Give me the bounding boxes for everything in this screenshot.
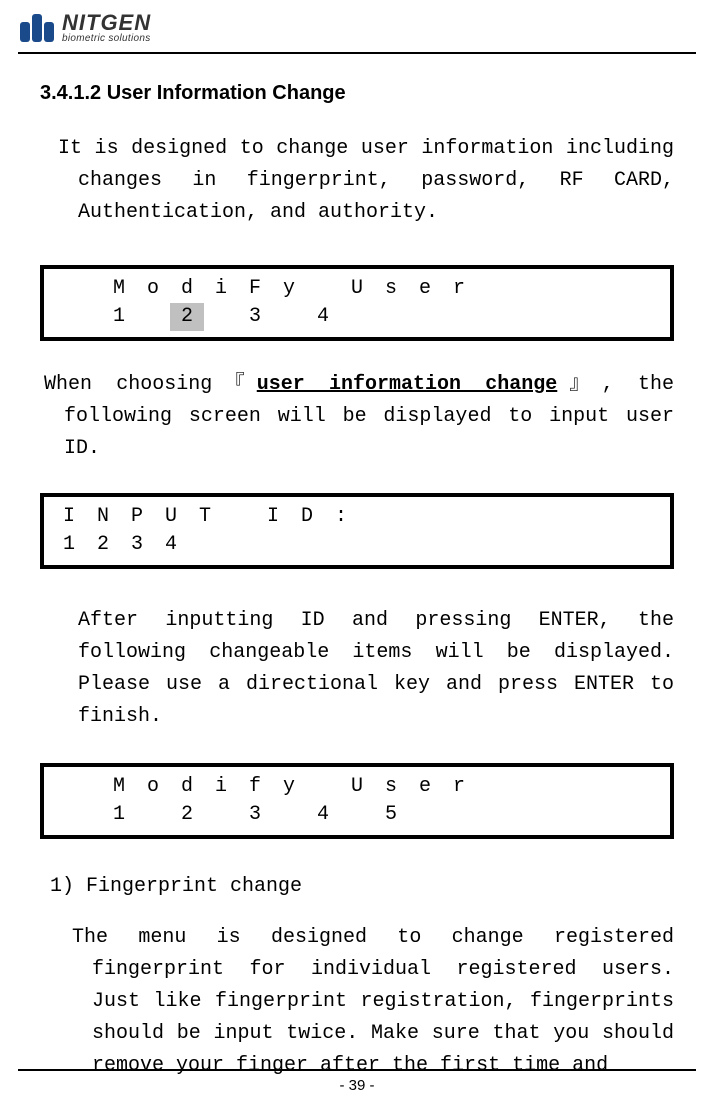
logo-name: NITGEN — [62, 12, 151, 34]
lcd-cell: U — [340, 773, 374, 801]
lcd-cell: F — [238, 275, 272, 303]
lcd-cell: 1 — [102, 303, 136, 331]
lcd-cell: o — [136, 275, 170, 303]
lcd-cell — [52, 275, 102, 303]
lcd-cell — [306, 275, 340, 303]
lcd-cell: f — [238, 773, 272, 801]
lcd-cell: 2 — [86, 531, 120, 559]
lcd-cell: N — [86, 503, 120, 531]
logo-tagline: biometric solutions — [62, 34, 151, 44]
para-choose: When choosing『user information change』, … — [44, 369, 674, 465]
lcd-cell: o — [136, 773, 170, 801]
lcd-cell: U — [154, 503, 188, 531]
lcd-cell: e — [408, 773, 442, 801]
footer-divider — [18, 1069, 696, 1071]
lcd-cell — [340, 801, 374, 829]
lcd-cell — [222, 503, 256, 531]
lcd-cell — [52, 773, 102, 801]
lcd-cell: 4 — [306, 303, 340, 331]
lcd-cell: 5 — [374, 801, 408, 829]
para-fingerprint: The menu is designed to change registere… — [72, 922, 674, 1082]
lcd-row: I N P U T I D : — [52, 503, 662, 531]
lcd-cell — [52, 303, 102, 331]
para2-underline: user information change — [257, 373, 558, 396]
lcd-cell — [204, 303, 238, 331]
lcd-cell: P — [120, 503, 154, 531]
lcd-cell: T — [188, 503, 222, 531]
subhead-fingerprint: 1) Fingerprint change — [50, 875, 674, 898]
nitgen-logo-icon — [20, 14, 54, 42]
lcd-cell: d — [170, 773, 204, 801]
lcd-cell: i — [204, 773, 238, 801]
para2a: When choosing『 — [44, 373, 257, 396]
doc-header: NITGEN biometric solutions — [0, 0, 714, 52]
logo-text: NITGEN biometric solutions — [62, 12, 151, 44]
lcd-cell-highlight: 2 — [170, 303, 204, 331]
lcd-cell: D — [290, 503, 324, 531]
lcd-cell: 1 — [102, 801, 136, 829]
lcd-cell: 2 — [170, 801, 204, 829]
lcd-cell: 4 — [306, 801, 340, 829]
lcd-cell: r — [442, 773, 476, 801]
lcd-cell — [272, 801, 306, 829]
lcd-cell: 3 — [238, 801, 272, 829]
lcd-row: 1 2 3 4 — [52, 303, 662, 331]
lcd-row: 1 2 3 4 — [52, 531, 662, 559]
para-intro: It is designed to change user informatio… — [58, 133, 674, 229]
lcd-cell: r — [442, 275, 476, 303]
lcd-cell: e — [408, 275, 442, 303]
lcd-cell: I — [256, 503, 290, 531]
lcd-cell: : — [324, 503, 358, 531]
lcd-row: M o d i f y U s e r — [52, 773, 662, 801]
lcd-row: 1 2 3 4 5 — [52, 801, 662, 829]
lcd-cell: s — [374, 275, 408, 303]
lcd-cell — [136, 801, 170, 829]
lcd-cell: y — [272, 773, 306, 801]
lcd-cell: U — [340, 275, 374, 303]
page-footer: - 39 - — [0, 1069, 714, 1094]
lcd-cell — [306, 773, 340, 801]
lcd-cell — [272, 303, 306, 331]
lcd-cell — [204, 801, 238, 829]
lcd-cell: s — [374, 773, 408, 801]
lcd-modify-user-1: M o d i F y U s e r 1 2 3 4 — [40, 265, 674, 341]
lcd-cell — [52, 801, 102, 829]
para-after-input: After inputting ID and pressing ENTER, t… — [78, 605, 674, 733]
lcd-cell: 3 — [238, 303, 272, 331]
lcd-modify-user-2: M o d i f y U s e r 1 2 3 4 5 — [40, 763, 674, 839]
page-number: - 39 - — [0, 1077, 714, 1094]
lcd-cell: i — [204, 275, 238, 303]
lcd-cell: d — [170, 275, 204, 303]
page-content: 3.4.1.2 User Information Change It is de… — [0, 54, 714, 1082]
lcd-cell: 1 — [52, 531, 86, 559]
lcd-row: M o d i F y U s e r — [52, 275, 662, 303]
lcd-cell: M — [102, 773, 136, 801]
section-title: 3.4.1.2 User Information Change — [40, 82, 674, 105]
lcd-cell: I — [52, 503, 86, 531]
lcd-cell: 4 — [154, 531, 188, 559]
lcd-input-id: I N P U T I D : 1 2 3 4 — [40, 493, 674, 569]
lcd-cell — [136, 303, 170, 331]
lcd-cell: M — [102, 275, 136, 303]
lcd-cell: y — [272, 275, 306, 303]
lcd-cell: 3 — [120, 531, 154, 559]
